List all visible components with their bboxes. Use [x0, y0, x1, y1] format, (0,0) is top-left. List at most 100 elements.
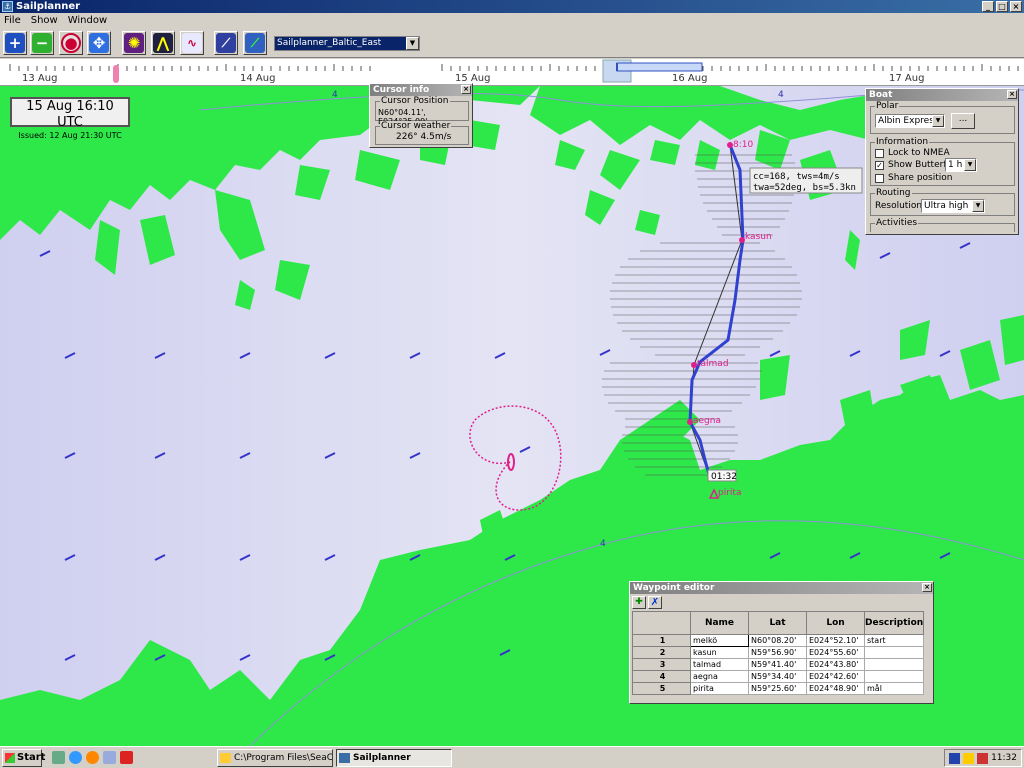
menu-bar: File Show Window: [0, 13, 1024, 28]
chevron-down-icon: ▼: [972, 200, 984, 212]
close-button[interactable]: ×: [1010, 1, 1022, 12]
lon-cell[interactable]: E024°43.80': [806, 658, 865, 671]
tray-icon[interactable]: [949, 753, 960, 764]
show-desktop-icon[interactable]: [52, 751, 65, 764]
timeline[interactable]: 13 Aug 14 Aug 15 Aug 16 Aug 17 Aug: [0, 59, 1024, 86]
timeline-date: 13 Aug: [22, 73, 58, 84]
lat-cell[interactable]: N59°41.40': [748, 658, 807, 671]
name-cell[interactable]: aegna: [690, 670, 749, 683]
share-position-label: Share position: [888, 173, 953, 183]
name-cell[interactable]: pirita: [690, 682, 749, 695]
timeline-cursor-marker[interactable]: [113, 65, 119, 83]
chevron-down-icon[interactable]: ▼: [406, 37, 419, 50]
polar-browse-button[interactable]: ...: [951, 113, 975, 129]
add-waypoint-button[interactable]: ✚: [632, 596, 646, 609]
contour-label: 4: [778, 90, 784, 100]
ie-browser-icon[interactable]: [69, 751, 82, 764]
table-row[interactable]: 2 kasun N59°56.90' E024°55.60': [632, 646, 925, 659]
description-cell[interactable]: [863, 646, 925, 659]
menu-show[interactable]: Show: [31, 13, 58, 28]
lat-cell[interactable]: N59°25.60': [748, 682, 807, 695]
wheel-button[interactable]: ✺: [122, 31, 146, 55]
boat-panel-title: Boat ×: [866, 89, 1018, 101]
issued-time: Issued: 12 Aug 21:30 UTC: [18, 131, 122, 140]
waypoint-label: talmad: [697, 359, 729, 369]
lon-cell[interactable]: E024°48.90': [806, 682, 865, 695]
resolution-select[interactable]: Ultra high ▼: [921, 199, 985, 213]
route-chart-icon: ⟋: [216, 33, 236, 53]
compass-button[interactable]: ⋀: [151, 31, 175, 55]
close-icon[interactable]: ×: [1007, 90, 1017, 99]
taskbar-explorer[interactable]: C:\Program Files\SeaCle...: [217, 749, 333, 767]
column-header[interactable]: Description: [863, 611, 925, 635]
name-cell[interactable]: melkö: [690, 634, 749, 647]
description-cell[interactable]: [863, 658, 925, 671]
column-header[interactable]: Lat: [748, 611, 807, 635]
close-icon[interactable]: ×: [922, 583, 932, 592]
cursor-info-panel: Cursor info × Cursor Position N60°04.11',…: [369, 83, 473, 148]
polar-chart-icon: ⟋: [245, 33, 265, 53]
target-icon: ●: [61, 33, 81, 53]
quicklaunch-app-icon[interactable]: [120, 751, 133, 764]
windows-logo-icon: [5, 753, 15, 763]
tray-icon[interactable]: [977, 753, 988, 764]
delete-waypoint-button[interactable]: ✗: [648, 596, 662, 609]
cursor-weather-group: Cursor weather 226° 4.5m/s: [375, 121, 469, 145]
timeline-date: 17 Aug: [889, 73, 925, 84]
table-row[interactable]: 3 talmad N59°41.40' E024°43.80': [632, 658, 925, 671]
start-button[interactable]: Start: [2, 749, 45, 767]
share-position-checkbox[interactable]: [875, 174, 884, 183]
current-time: 15 Aug 16:10 UTC: [26, 99, 114, 130]
polar-chart-button[interactable]: ⟋: [243, 31, 267, 55]
move-button[interactable]: ✥: [87, 31, 111, 55]
column-header[interactable]: Lon: [806, 611, 865, 635]
lon-cell[interactable]: E024°55.60': [806, 646, 865, 659]
firefox-icon[interactable]: [86, 751, 99, 764]
quicklaunch-app-icon[interactable]: [103, 751, 116, 764]
menu-window[interactable]: Window: [68, 13, 107, 28]
show-butterfly-checkbox[interactable]: ✓: [875, 161, 884, 170]
chart-selector-value: Sailplanner_Baltic_East: [277, 38, 382, 48]
table-row[interactable]: 1 melkö N60°08.20' E024°52.10' start: [632, 634, 925, 647]
polar-select[interactable]: Albin Express ▼: [875, 114, 945, 128]
description-cell[interactable]: start: [863, 634, 925, 647]
lon-cell[interactable]: E024°42.60': [806, 670, 865, 683]
weather-chart-button[interactable]: ∿: [180, 31, 204, 55]
route-tooltip-line2: twa=52deg, bs=5.3kn: [753, 183, 856, 193]
sailplanner-icon: [339, 753, 350, 763]
target-button[interactable]: ●: [59, 31, 83, 55]
cursor-weather-value: 226° 4.5m/s: [396, 132, 452, 142]
add-button[interactable]: +: [3, 31, 27, 55]
column-header[interactable]: Name: [690, 611, 749, 635]
clock: 11:32: [991, 753, 1017, 763]
waypoint-label: aegna: [693, 416, 721, 426]
route-chart-button[interactable]: ⟋: [214, 31, 238, 55]
remove-button[interactable]: −: [30, 31, 54, 55]
menu-file[interactable]: File: [4, 13, 21, 28]
taskbar-sailplanner[interactable]: Sailplanner: [336, 749, 452, 767]
lat-cell[interactable]: N59°34.40': [748, 670, 807, 683]
delete-waypoint-icon: ✗: [650, 597, 660, 608]
close-icon[interactable]: ×: [461, 85, 471, 94]
maximize-button[interactable]: □: [996, 1, 1008, 12]
lon-cell[interactable]: E024°52.10': [806, 634, 865, 647]
lat-cell[interactable]: N59°56.90': [748, 646, 807, 659]
lock-nmea-checkbox[interactable]: [875, 149, 884, 158]
chevron-down-icon: ▼: [932, 115, 944, 127]
waypoint-label: kasun: [745, 232, 772, 242]
lat-cell[interactable]: N60°08.20': [748, 634, 807, 647]
description-cell[interactable]: [863, 670, 925, 683]
time-display: 15 Aug 16:10 UTC Issued: 12 Aug 21:30 UT…: [10, 97, 130, 140]
shield-icon[interactable]: [963, 753, 974, 764]
butterfly-interval-select[interactable]: 1 h ▼: [945, 158, 977, 172]
table-row[interactable]: 4 aegna N59°34.40' E024°42.60': [632, 670, 925, 683]
chart-selector[interactable]: Sailplanner_Baltic_East ▼: [274, 36, 420, 51]
table-row[interactable]: 5 pirita N59°25.60' E024°48.90' mål: [632, 682, 925, 695]
description-cell[interactable]: mål: [863, 682, 925, 695]
name-cell[interactable]: kasun: [690, 646, 749, 659]
wheel-icon: ✺: [124, 33, 144, 53]
waypoint-editor-title: Waypoint editor ×: [630, 582, 933, 594]
contour-label: 4: [600, 539, 606, 549]
minimize-button[interactable]: _: [982, 1, 994, 12]
name-cell[interactable]: talmad: [690, 658, 749, 671]
